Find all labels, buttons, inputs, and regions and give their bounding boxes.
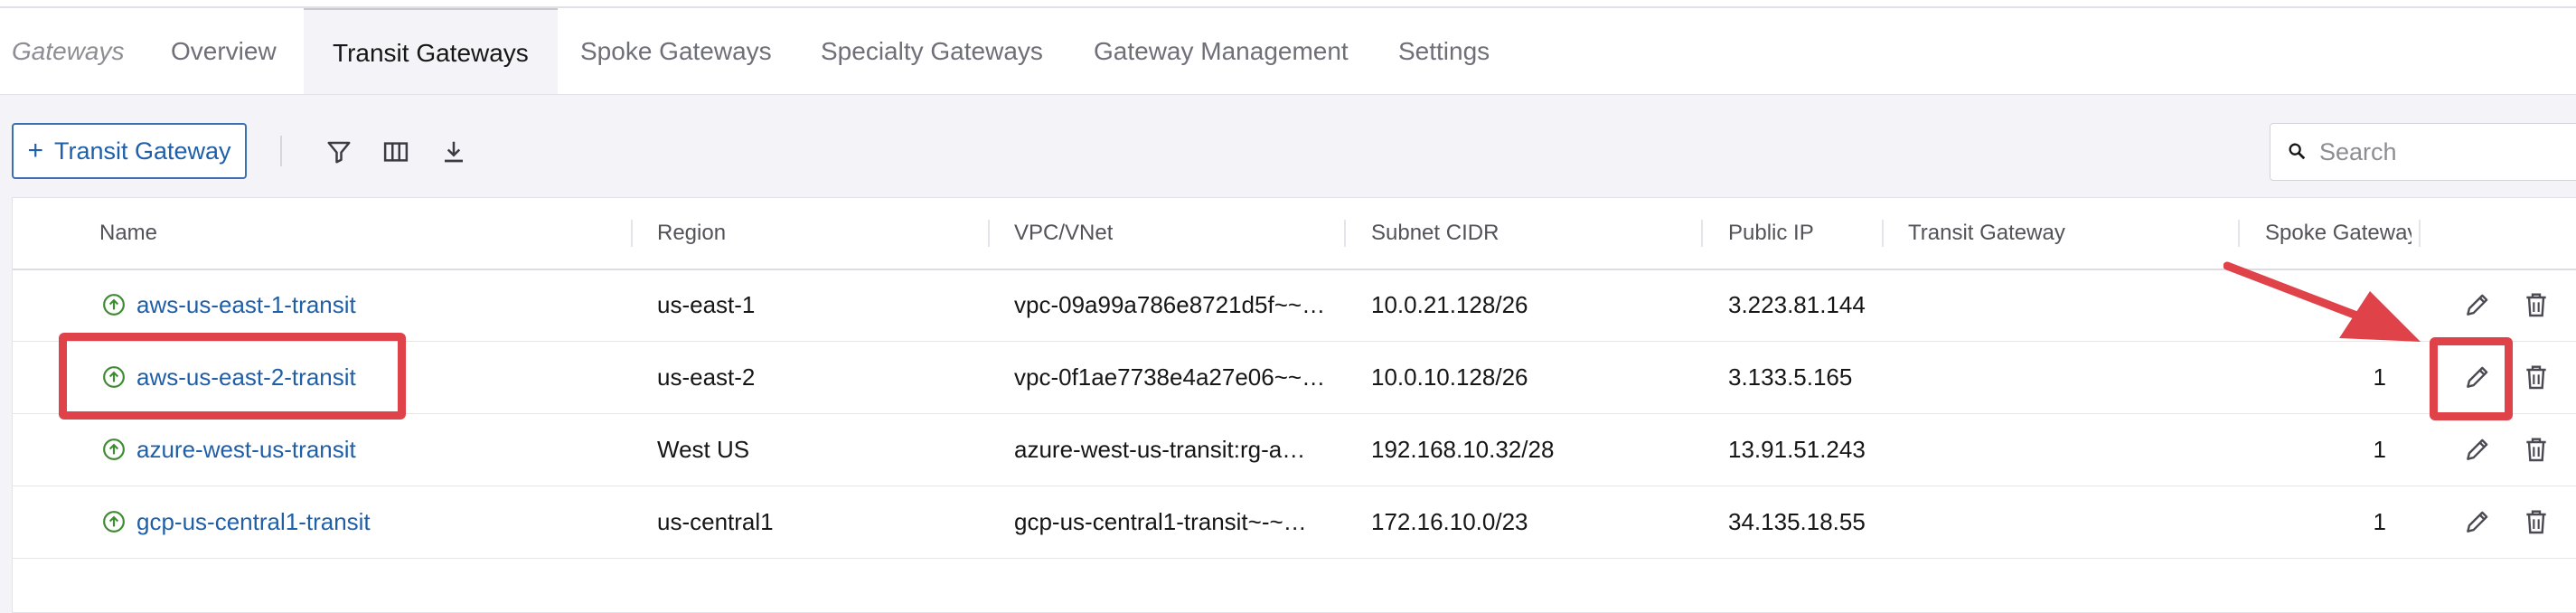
edit-icon[interactable] bbox=[2459, 359, 2496, 395]
edit-icon[interactable] bbox=[2459, 287, 2496, 323]
subnet-cidr-cell: 192.168.10.32/28 bbox=[1371, 436, 1555, 463]
tab-transit-gateways[interactable]: Transit Gateways bbox=[304, 8, 558, 94]
column-header-subnet-cidr[interactable]: Subnet CIDR bbox=[1371, 198, 1499, 269]
column-header-name[interactable]: Name bbox=[99, 198, 157, 269]
toolbar-divider bbox=[280, 136, 282, 166]
gateway-name-link[interactable]: gcp-us-central1-transit bbox=[136, 486, 371, 558]
edit-icon[interactable] bbox=[2459, 431, 2496, 467]
subnet-cidr-cell: 172.16.10.0/23 bbox=[1371, 508, 1528, 535]
column-divider[interactable] bbox=[988, 220, 990, 247]
gateway-name-link[interactable]: aws-us-east-1-transit bbox=[136, 269, 356, 341]
gateway-name-link[interactable]: azure-west-us-transit bbox=[136, 413, 356, 486]
vpc-cell: azure-west-us-transit:rg-a… bbox=[1014, 436, 1306, 463]
column-divider[interactable] bbox=[2238, 220, 2240, 247]
download-icon[interactable] bbox=[436, 134, 472, 170]
edit-icon[interactable] bbox=[2459, 504, 2496, 540]
column-header-transit-gateway[interactable]: Transit Gateway bbox=[1908, 198, 2065, 269]
public-ip-cell: 3.223.81.144 bbox=[1728, 291, 1866, 318]
delete-icon[interactable] bbox=[2518, 359, 2554, 395]
search-input[interactable] bbox=[2317, 137, 2574, 167]
delete-icon[interactable] bbox=[2518, 431, 2554, 467]
column-header-region[interactable]: Region bbox=[657, 198, 726, 269]
delete-icon[interactable] bbox=[2518, 287, 2554, 323]
tab-gateway-management[interactable]: Gateway Management bbox=[1094, 8, 1349, 94]
column-divider[interactable] bbox=[631, 220, 633, 247]
public-ip-cell: 13.91.51.243 bbox=[1728, 436, 1866, 463]
status-up-icon bbox=[103, 511, 125, 533]
columns-icon[interactable] bbox=[378, 134, 414, 170]
region-cell: us-east-1 bbox=[657, 291, 756, 318]
status-up-icon bbox=[103, 366, 125, 388]
column-divider[interactable] bbox=[1344, 220, 1346, 247]
table-row[interactable]: aws-us-east-2-transit us-east-2 vpc-0f1a… bbox=[13, 341, 2576, 414]
table-row[interactable]: aws-us-east-1-transit us-east-1 vpc-09a9… bbox=[13, 269, 2576, 342]
status-up-icon bbox=[103, 294, 125, 316]
public-ip-cell: 3.133.5.165 bbox=[1728, 363, 1853, 391]
table-header: Name Region VPC/VNet Subnet CIDR Public … bbox=[13, 198, 2576, 270]
column-header-public-ip[interactable]: Public IP bbox=[1728, 198, 1814, 269]
top-border bbox=[0, 0, 2576, 8]
column-header-vpc[interactable]: VPC/VNet bbox=[1014, 198, 1113, 269]
tab-spoke-gateways[interactable]: Spoke Gateways bbox=[580, 8, 772, 94]
column-header-spoke-gateways[interactable]: Spoke Gateways bbox=[2265, 198, 2411, 269]
subnet-cidr-cell: 10.0.10.128/26 bbox=[1371, 363, 1528, 391]
region-cell: us-east-2 bbox=[657, 363, 756, 391]
plus-icon: + bbox=[27, 136, 43, 165]
table-row[interactable]: azure-west-us-transit West US azure-west… bbox=[13, 413, 2576, 486]
spoke-gateways-cell: 1 bbox=[2373, 436, 2386, 463]
column-divider[interactable] bbox=[2419, 220, 2421, 247]
search-box[interactable] bbox=[2270, 123, 2576, 181]
vpc-cell: vpc-09a99a786e8721d5f~~… bbox=[1014, 291, 1326, 318]
tab-overview[interactable]: Overview bbox=[171, 8, 277, 94]
add-transit-gateway-label: Transit Gateway bbox=[53, 137, 231, 165]
filter-icon[interactable] bbox=[321, 134, 357, 170]
gateway-name-link[interactable]: aws-us-east-2-transit bbox=[136, 341, 356, 413]
column-divider[interactable] bbox=[1882, 220, 1884, 247]
table-row[interactable]: gcp-us-central1-transit us-central1 gcp-… bbox=[13, 486, 2576, 559]
subnet-cidr-cell: 10.0.21.128/26 bbox=[1371, 291, 1528, 318]
region-cell: us-central1 bbox=[657, 508, 774, 535]
vpc-cell: vpc-0f1ae7738e4a27e06~~… bbox=[1014, 363, 1326, 391]
vpc-cell: gcp-us-central1-transit~-~… bbox=[1014, 508, 1307, 535]
add-transit-gateway-button[interactable]: + Transit Gateway bbox=[12, 123, 247, 179]
column-divider[interactable] bbox=[1701, 220, 1703, 247]
transit-gateways-table: Name Region VPC/VNet Subnet CIDR Public … bbox=[12, 197, 2576, 613]
breadcrumb: Gateways bbox=[12, 37, 125, 65]
spoke-gateways-cell: 1 bbox=[2373, 508, 2386, 535]
tab-specialty-gateways[interactable]: Specialty Gateways bbox=[821, 8, 1043, 94]
tab-settings[interactable]: Settings bbox=[1398, 8, 1490, 94]
region-cell: West US bbox=[657, 436, 750, 463]
public-ip-cell: 34.135.18.55 bbox=[1728, 508, 1866, 535]
search-icon bbox=[2287, 141, 2308, 163]
status-up-icon bbox=[103, 439, 125, 460]
spoke-gateways-cell: 1 bbox=[2373, 363, 2386, 391]
spoke-gateways-cell bbox=[2265, 269, 2386, 341]
delete-icon[interactable] bbox=[2518, 504, 2554, 540]
